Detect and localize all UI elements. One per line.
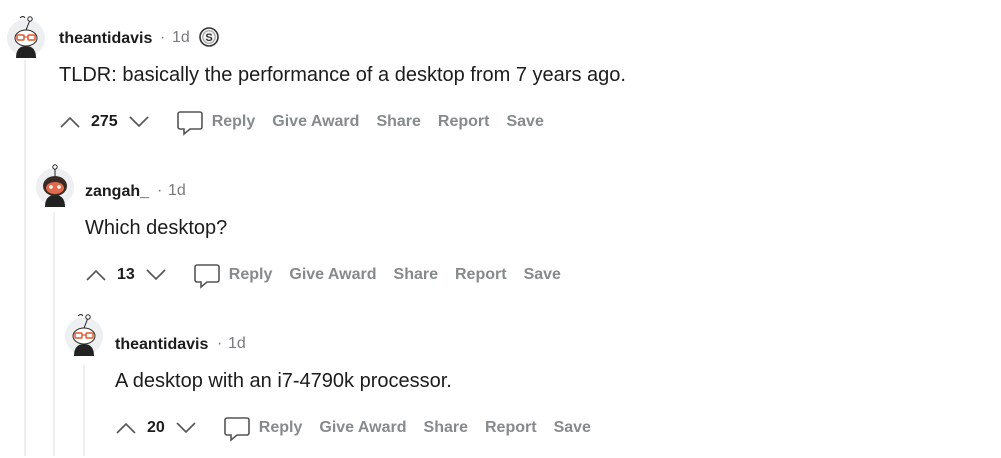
svg-text:S: S (205, 32, 212, 44)
comment-actions: 13 Reply Give Award Share Report Save (85, 261, 578, 289)
downvote-arrow-icon (176, 422, 196, 434)
snoo-avatar-icon (7, 16, 45, 58)
upvote-arrow-icon (116, 422, 136, 434)
downvote-button[interactable] (175, 417, 197, 439)
avatar[interactable] (6, 14, 46, 58)
username[interactable]: theantidavis (59, 30, 152, 48)
snoo-avatar-icon (65, 314, 103, 356)
vote-score: 275 (91, 113, 118, 130)
snoo-avatar-icon (36, 164, 74, 207)
share-button[interactable]: Share (424, 419, 468, 437)
username[interactable]: zangah_ (85, 183, 149, 201)
comment-body: A desktop with an i7-4790k processor. (115, 370, 452, 392)
reply-button[interactable]: Reply (176, 108, 273, 136)
downvote-arrow-icon (129, 116, 149, 128)
comment: theantidavis · 1d A desktop with an i7-4… (0, 306, 1001, 458)
meta-separator: · (217, 335, 223, 352)
reply-label: Reply (211, 113, 256, 130)
upvote-arrow-icon (60, 116, 80, 128)
reply-button[interactable]: Reply (223, 414, 320, 442)
reply-label: Reply (258, 419, 303, 436)
timestamp[interactable]: 1d (172, 29, 190, 47)
upvote-button[interactable] (115, 417, 137, 439)
report-button[interactable]: Report (438, 113, 490, 131)
silver-award-icon[interactable]: S (198, 26, 220, 48)
reply-label: Reply (228, 266, 273, 283)
vote-score: 20 (147, 419, 165, 436)
comment: theantidavis · 1d S TLDR: basically the … (0, 0, 1001, 152)
save-button[interactable]: Save (506, 113, 543, 131)
avatar[interactable] (64, 312, 104, 356)
username[interactable]: theantidavis (115, 336, 208, 354)
comment-bubble-icon (223, 417, 250, 442)
downvote-button[interactable] (128, 111, 150, 133)
downvote-arrow-icon (146, 269, 166, 281)
reply-button[interactable]: Reply (193, 261, 290, 289)
save-button[interactable]: Save (524, 266, 561, 284)
avatar[interactable] (35, 163, 75, 207)
comment-body: Which desktop? (85, 217, 228, 239)
comment-body: TLDR: basically the performance of a des… (59, 64, 626, 86)
comment-bubble-icon (193, 264, 220, 289)
give-award-button[interactable]: Give Award (319, 419, 406, 437)
save-button[interactable]: Save (554, 419, 591, 437)
report-button[interactable]: Report (455, 266, 507, 284)
share-button[interactable]: Share (394, 266, 438, 284)
upvote-button[interactable] (59, 111, 81, 133)
meta-separator: · (157, 182, 163, 199)
comment-bubble-icon (176, 111, 203, 136)
share-button[interactable]: Share (376, 113, 420, 131)
report-button[interactable]: Report (485, 419, 537, 437)
meta-separator: · (160, 29, 166, 46)
comment-actions: 20 Reply Give Award Share Report Save (115, 414, 608, 442)
give-award-button[interactable]: Give Award (272, 113, 359, 131)
give-award-button[interactable]: Give Award (289, 266, 376, 284)
timestamp[interactable]: 1d (228, 335, 246, 353)
upvote-arrow-icon (86, 269, 106, 281)
comment-actions: 275 Reply Give Award Share Report Save (59, 108, 561, 136)
timestamp[interactable]: 1d (168, 182, 186, 200)
downvote-button[interactable] (145, 264, 167, 286)
comment: zangah_ · 1d Which desktop? 13 Reply Giv… (0, 153, 1001, 305)
vote-score: 13 (117, 266, 135, 283)
upvote-button[interactable] (85, 264, 107, 286)
